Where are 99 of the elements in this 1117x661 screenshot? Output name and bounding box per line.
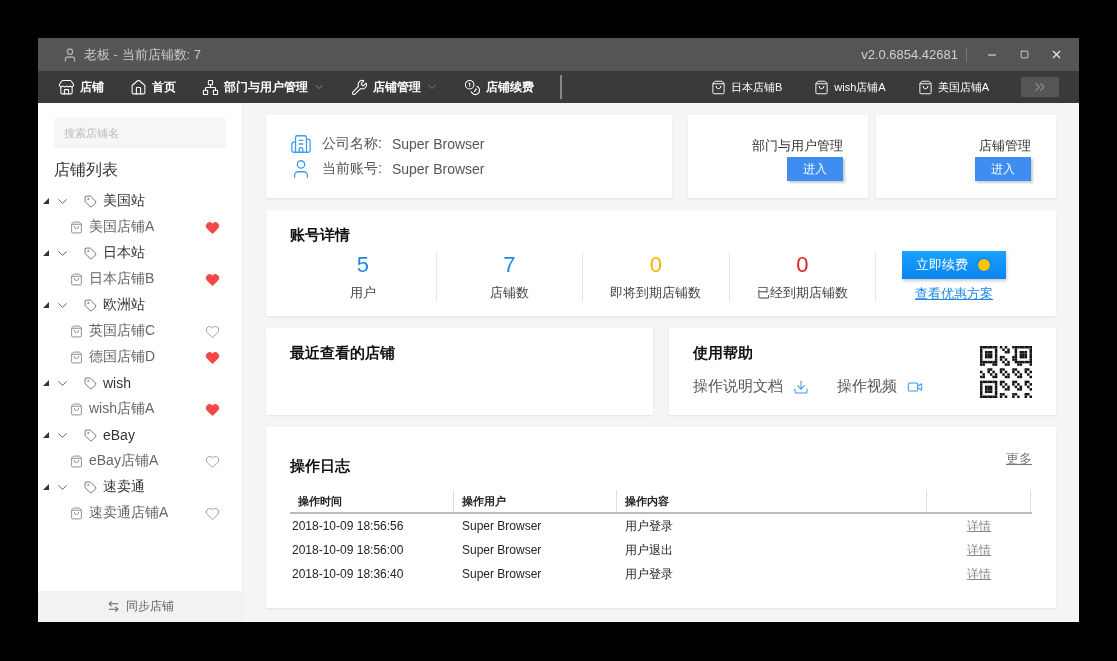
bag-icon xyxy=(917,79,933,95)
help-link[interactable]: 操作视频 xyxy=(837,377,897,396)
bag-icon xyxy=(70,506,83,520)
bag-icon xyxy=(814,79,830,95)
nav-menu-item[interactable]: 首页 xyxy=(130,78,176,96)
field-label: 当前账号: xyxy=(322,160,382,179)
help-link[interactable]: 操作说明文档 xyxy=(693,377,783,396)
bag-icon xyxy=(70,402,83,416)
store-item[interactable]: 美国店铺A xyxy=(89,218,199,236)
store-item[interactable]: 英国店铺C xyxy=(89,322,199,340)
field-label: 公司名称: xyxy=(322,134,382,153)
stat-label: 店铺数 xyxy=(489,284,529,302)
maximize-icon xyxy=(1019,50,1029,59)
table-cell-text: 用户登录 xyxy=(624,517,674,535)
expand-triangle-icon[interactable] xyxy=(43,380,49,386)
nav-menu-item[interactable]: 店铺管理 xyxy=(351,78,438,96)
table-cell-text: 2018-10-09 18:36:40 xyxy=(291,567,405,581)
group-label[interactable]: 日本站 xyxy=(103,244,220,262)
nav-menu-item[interactable]: 部门与用户管理 xyxy=(202,78,325,96)
heart-icon[interactable] xyxy=(205,219,220,235)
window-title: 老板 - 当前店铺数: 7 xyxy=(84,45,202,64)
table-cell-text: Super Browser xyxy=(461,519,543,533)
group-label[interactable]: 速卖通 xyxy=(103,478,220,496)
bag-icon xyxy=(70,454,83,468)
section-title: 账号详情 xyxy=(290,226,351,245)
sync-icon xyxy=(106,600,120,613)
store-tab[interactable]: 美国店铺A xyxy=(917,79,989,95)
stat-label: 已经到期店铺数 xyxy=(756,284,848,302)
store-icon xyxy=(58,78,75,96)
heart-icon[interactable] xyxy=(205,401,220,417)
store-tab[interactable]: wish店铺A xyxy=(814,79,886,95)
shortcut-title: 部门与用户管理 xyxy=(751,137,843,155)
nav-menu-item[interactable]: 店铺续费 xyxy=(464,78,534,96)
nav-menu-item[interactable]: 店铺 xyxy=(58,78,104,96)
store-item[interactable]: 德国店铺D xyxy=(89,348,199,366)
store-item[interactable]: eBay店铺A xyxy=(89,452,199,470)
field-value: Super Browser xyxy=(391,161,485,178)
more-link[interactable]: 更多 xyxy=(1006,449,1032,468)
bag-icon xyxy=(70,350,83,364)
expand-triangle-icon[interactable] xyxy=(43,302,49,308)
expand-triangle-icon[interactable] xyxy=(43,432,49,438)
table-cell-text: 用户退出 xyxy=(624,541,674,559)
bag-icon xyxy=(710,79,726,95)
store-tab[interactable]: 日本店铺B xyxy=(710,79,783,95)
heart-icon[interactable] xyxy=(205,271,220,287)
bag-icon xyxy=(70,272,83,286)
table-cell-text: Super Browser xyxy=(461,567,543,581)
wrench-icon xyxy=(351,78,368,96)
section-title: 最近查看的店铺 xyxy=(290,344,396,363)
tag-icon xyxy=(84,246,97,260)
detail-link[interactable]: 详情 xyxy=(967,541,991,559)
offer-link[interactable]: 查看优惠方案 xyxy=(915,285,993,303)
table-cell-text: 2018-10-09 18:56:56 xyxy=(291,519,405,533)
expand-triangle-icon[interactable] xyxy=(43,484,49,490)
shortcut-title: 店铺管理 xyxy=(978,137,1031,155)
table-cell-text: 用户登录 xyxy=(624,565,674,583)
bag-icon xyxy=(70,220,83,234)
building-icon xyxy=(290,132,312,155)
stat-label: 用户 xyxy=(349,284,376,302)
store-item[interactable]: 日本店铺B xyxy=(89,270,199,288)
tag-icon xyxy=(84,194,97,208)
group-label[interactable]: wish xyxy=(103,375,220,391)
group-label[interactable]: 欧洲站 xyxy=(103,296,220,314)
sidebar-title: 店铺列表 xyxy=(53,160,119,180)
tag-icon xyxy=(84,480,97,494)
field-value: Super Browser xyxy=(391,135,485,152)
column-header: 操作用户 xyxy=(454,490,617,512)
qr-code-icon xyxy=(980,345,1032,398)
download-icon[interactable] xyxy=(793,378,809,395)
stat-label: 即将到期店铺数 xyxy=(610,284,702,302)
sync-button[interactable]: 同步店铺 xyxy=(38,591,242,622)
heart-icon[interactable] xyxy=(205,349,220,365)
expand-triangle-icon[interactable] xyxy=(43,250,49,256)
store-item[interactable]: 速卖通店铺A xyxy=(89,504,199,522)
house-icon xyxy=(130,78,147,96)
stat-value: 5 xyxy=(356,252,369,278)
version-text: v2.0.6854.42681 xyxy=(861,47,967,62)
column-header: 操作时间 xyxy=(290,490,454,512)
stat-value: 7 xyxy=(503,252,516,278)
tag-icon xyxy=(84,298,97,312)
detail-link[interactable]: 详情 xyxy=(967,565,991,583)
store-item[interactable]: wish店铺A xyxy=(89,400,199,418)
expand-triangle-icon[interactable] xyxy=(43,198,49,204)
table-cell-text: 2018-10-09 18:56:00 xyxy=(291,543,405,557)
coins-icon xyxy=(464,78,481,96)
stat-value: 0 xyxy=(649,252,662,278)
column-header: 操作内容 xyxy=(617,490,927,512)
group-label[interactable]: eBay xyxy=(103,427,220,443)
tag-icon xyxy=(84,428,97,442)
group-label[interactable]: 美国站 xyxy=(103,192,220,210)
section-title: 操作日志 xyxy=(290,457,350,476)
section-title: 使用帮助 xyxy=(693,344,754,363)
table-cell-text: Super Browser xyxy=(461,543,543,557)
org-chart-icon xyxy=(202,78,219,96)
user-icon xyxy=(62,46,78,63)
bag-icon xyxy=(70,324,83,338)
tag-icon xyxy=(84,376,97,390)
stat-value: 0 xyxy=(796,252,809,278)
detail-link[interactable]: 详情 xyxy=(967,517,991,535)
